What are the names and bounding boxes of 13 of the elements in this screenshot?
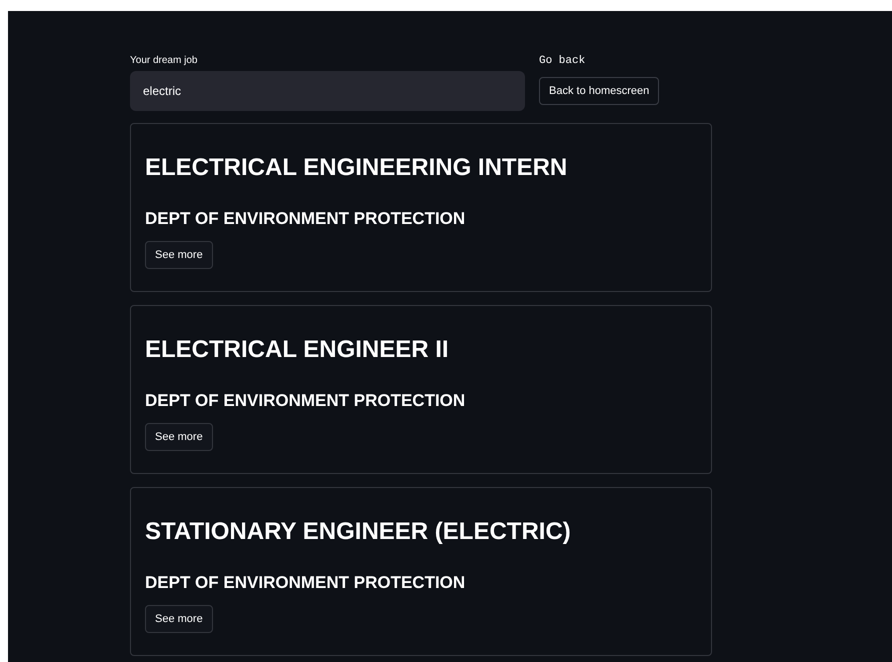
department-name: DEPT OF ENVIRONMENT PROTECTION	[145, 390, 466, 412]
department-name: DEPT OF ENVIRONMENT PROTECTION	[145, 208, 466, 230]
field-label: Your dream job	[130, 54, 198, 68]
search-field[interactable]: electric	[130, 71, 525, 111]
see-more-button[interactable]: See more	[145, 423, 213, 451]
job-title: STATIONARY ENGINEER (ELECTRIC)	[145, 517, 572, 547]
department-name: DEPT OF ENVIRONMENT PROTECTION	[145, 572, 466, 594]
section-label: Go back	[539, 54, 586, 69]
back-button[interactable]: Back to homescreen	[539, 77, 660, 105]
see-more-button[interactable]: See more	[145, 605, 213, 633]
job-title: ELECTRICAL ENGINEERING INTERN	[145, 153, 568, 183]
see-more-button[interactable]: See more	[145, 241, 213, 269]
job-title: ELECTRICAL ENGINEER II	[145, 335, 450, 365]
